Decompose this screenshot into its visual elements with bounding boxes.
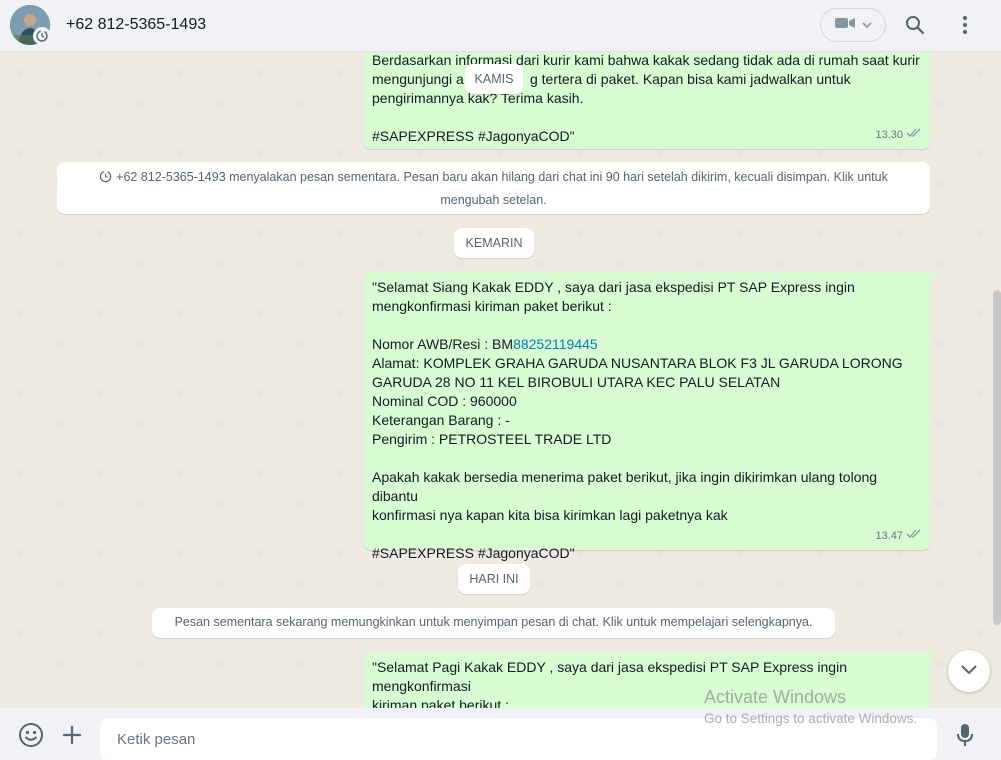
system-message-disappearing[interactable]: +62 812-5365-1493 menyalakan pesan semen… xyxy=(57,162,930,214)
message-line: Keterangan Barang : - xyxy=(372,412,510,428)
message-line: Apakah kakak bersedia menerima paket ber… xyxy=(372,469,881,504)
date-chip-label: KEMARIN xyxy=(465,236,523,250)
message-line-awb: Nomor AWB/Resi : BM88252119445 xyxy=(372,335,922,354)
message-line: Nominal COD : 960000 xyxy=(372,393,517,409)
double-check-icon xyxy=(906,126,922,145)
message-line-blank xyxy=(372,449,922,468)
timer-icon xyxy=(33,27,51,45)
message-time: 13.30 xyxy=(875,129,903,141)
bubble-tail xyxy=(930,272,938,280)
message-line: GARUDA 28 NO 11 KEL BIROBULI UTARA KEC P… xyxy=(372,374,781,390)
chevron-down-icon xyxy=(862,16,872,34)
double-check-icon xyxy=(906,527,922,546)
date-chip-hari-ini: HARI INI xyxy=(458,564,530,594)
message-line: mengunjungi a g tertera di paket. Kapan … xyxy=(372,71,851,87)
awb-number-link[interactable]: 88252119445 xyxy=(513,336,598,352)
contact-name[interactable]: +62 812-5365-1493 xyxy=(66,16,206,34)
chat-header: +62 812-5365-1493 xyxy=(0,0,1001,52)
search-icon[interactable] xyxy=(903,13,927,37)
system-message-text: +62 812-5365-1493 menyalakan pesan semen… xyxy=(116,170,888,184)
scroll-to-bottom-button[interactable] xyxy=(948,650,990,692)
system-message-text: mengubah setelan. xyxy=(440,193,547,207)
message-line: "Selamat Siang Kakak EDDY , saya dari ja… xyxy=(372,279,855,295)
message-line: Alamat: KOMPLEK GRAHA GARUDA NUSANTARA B… xyxy=(372,355,903,371)
plus-icon[interactable] xyxy=(59,722,85,748)
chat-panel: Berdasarkan informasi dari kurir kami ba… xyxy=(0,53,1001,708)
kebab-menu-icon[interactable] xyxy=(953,13,977,37)
bubble-tail xyxy=(930,652,938,660)
message-line: mengkonfirmasi kiriman paket berikut : xyxy=(372,298,612,314)
windows-activation-title: Activate Windows xyxy=(704,687,847,707)
message-line: konfirmasi nya kapan kita bisa kirimkan … xyxy=(372,507,728,523)
date-chip-kemarin: KEMARIN xyxy=(454,228,534,258)
video-call-button[interactable] xyxy=(820,8,886,42)
system-message-text: Pesan sementara sekarang memungkinkan un… xyxy=(174,615,813,629)
date-chip-label: HARI INI xyxy=(469,572,519,586)
message-time: 13.47 xyxy=(875,530,903,542)
chevron-down-icon xyxy=(960,662,978,680)
message-line: #SAPEXPRESS #JagonyaCOD" xyxy=(372,545,575,561)
message-bubble-outgoing[interactable]: "Selamat Siang Kakak EDDY , saya dari ja… xyxy=(364,272,938,561)
windows-activation-subtitle: Go to Settings to activate Windows. xyxy=(704,711,918,726)
date-chip-kamis: KAMIS xyxy=(465,64,523,94)
system-message-keep-info[interactable]: Pesan sementara sekarang memungkinkan un… xyxy=(152,608,835,638)
video-camera-icon xyxy=(834,16,856,35)
microphone-icon[interactable] xyxy=(952,722,978,748)
message-line: #SAPEXPRESS #JagonyaCOD" xyxy=(372,128,575,144)
chat-scrollbar[interactable] xyxy=(993,290,1001,625)
timer-icon xyxy=(99,169,112,190)
message-line: Berdasarkan informasi dari kurir kami ba… xyxy=(372,53,920,68)
message-meta: 13.47 xyxy=(875,527,922,546)
message-line xyxy=(372,108,922,127)
message-line-blank xyxy=(372,316,922,335)
message-line: pengirimannya kak? Terima kasih. xyxy=(372,90,584,106)
message-meta: 13.30 xyxy=(875,126,922,145)
date-chip-label: KAMIS xyxy=(474,72,514,86)
emoji-icon[interactable] xyxy=(18,722,44,748)
awb-label: Nomor AWB/Resi : BM xyxy=(372,336,514,352)
message-line: Pengirim : PETROSTEEL TRADE LTD xyxy=(372,431,612,447)
message-bubble-outgoing[interactable]: Berdasarkan informasi dari kurir kami ba… xyxy=(364,53,930,149)
message-line-blank xyxy=(372,525,922,544)
